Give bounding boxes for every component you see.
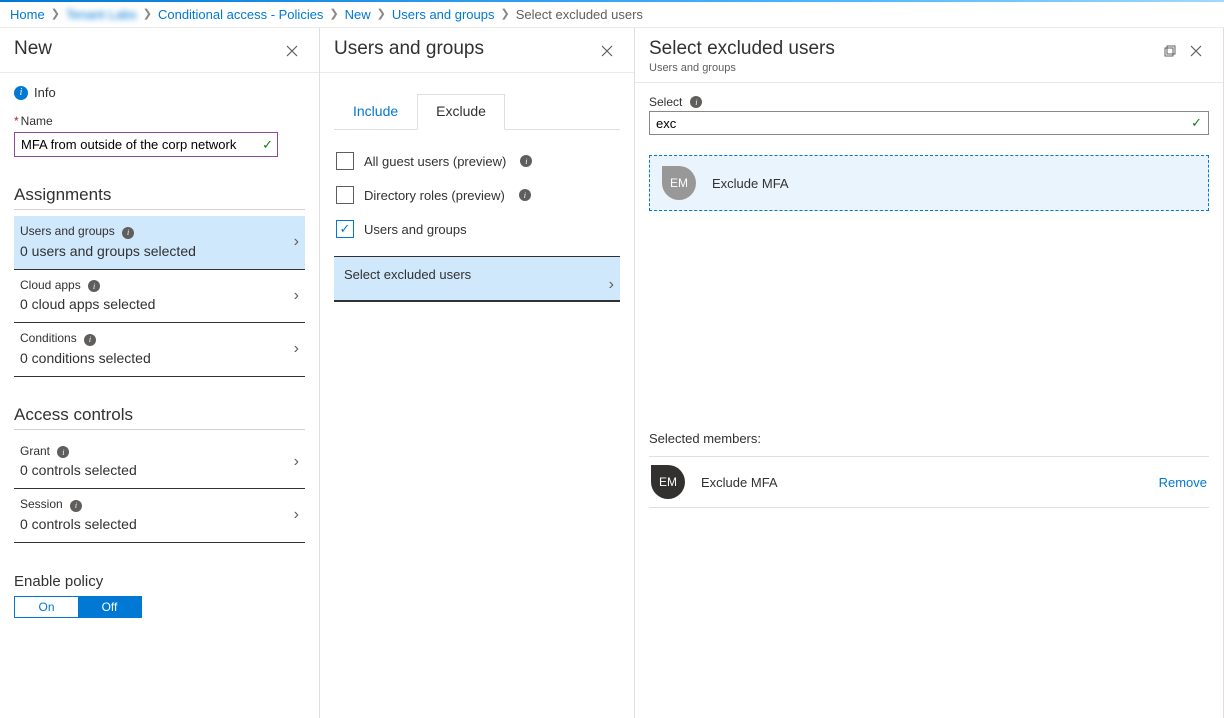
chevron-right-icon: ❯ (51, 9, 60, 20)
name-field-label: *Name (14, 114, 305, 128)
close-button[interactable] (594, 38, 620, 64)
select-field-label: Select i (649, 95, 1209, 109)
chevron-right-icon: ❯ (501, 9, 510, 20)
selected-member-row: EM Exclude MFA Remove (649, 457, 1209, 507)
remove-button[interactable]: Remove (1159, 475, 1207, 490)
chevron-right-icon: ❯ (377, 9, 386, 20)
assignment-cloud-apps[interactable]: Cloud apps i 0 cloud apps selected › (14, 270, 305, 324)
assignments-heading: Assignments (14, 185, 305, 210)
info-icon: i (519, 189, 531, 201)
access-control-session[interactable]: Session i 0 controls selected › (14, 489, 305, 543)
breadcrumb-users-groups[interactable]: Users and groups (392, 7, 495, 22)
avatar: EM (662, 166, 696, 200)
breadcrumb-org[interactable]: Tenant Labs (66, 7, 137, 22)
info-icon: i (84, 334, 96, 346)
restore-button[interactable] (1157, 38, 1183, 64)
tab-exclude[interactable]: Exclude (417, 94, 505, 130)
toggle-on[interactable]: On (15, 597, 78, 617)
checkbox-checked-icon: ✓ (336, 220, 354, 238)
name-input[interactable] (15, 133, 277, 156)
blade-title-users-groups: Users and groups (334, 38, 594, 60)
close-button[interactable] (1183, 38, 1209, 64)
chevron-right-icon: › (294, 287, 299, 305)
breadcrumb-policies[interactable]: Conditional access - Policies (158, 7, 323, 22)
close-icon (1190, 45, 1202, 57)
info-icon: i (70, 500, 82, 512)
chevron-right-icon: › (294, 453, 299, 471)
chevron-right-icon: › (609, 276, 614, 294)
info-icon: i (690, 96, 702, 108)
blade-new: New i Info *Name ✓ Assignments Users and… (0, 28, 320, 718)
breadcrumb: Home ❯ Tenant Labs ❯ Conditional access … (0, 2, 1224, 28)
checkbox-icon (336, 186, 354, 204)
enable-policy-toggle[interactable]: On Off (14, 596, 142, 618)
breadcrumb-home[interactable]: Home (10, 7, 45, 22)
selected-member-name: Exclude MFA (701, 475, 1143, 490)
checkmark-icon: ✓ (262, 137, 273, 153)
blade-title-select-excluded: Select excluded users (649, 38, 1157, 60)
breadcrumb-new[interactable]: New (345, 7, 371, 22)
toggle-off[interactable]: Off (78, 597, 141, 617)
name-input-wrapper: ✓ (14, 132, 278, 157)
search-result-name: Exclude MFA (712, 176, 789, 191)
blade-users-groups: Users and groups Include Exclude All gue… (320, 28, 635, 718)
access-control-grant[interactable]: Grant i 0 controls selected › (14, 436, 305, 490)
search-input[interactable] (656, 116, 1191, 131)
blade-subtitle: Users and groups (649, 62, 1157, 74)
checkbox-users-groups[interactable]: ✓ Users and groups (334, 212, 620, 246)
tab-include[interactable]: Include (334, 94, 417, 130)
search-result-item[interactable]: EM Exclude MFA (649, 155, 1209, 211)
checkmark-icon: ✓ (1191, 115, 1202, 131)
blade-select-excluded: Select excluded users Users and groups S… (635, 28, 1224, 718)
info-label: Info (34, 85, 56, 100)
info-icon: i (57, 446, 69, 458)
info-icon: i (122, 227, 134, 239)
checkbox-directory-roles[interactable]: Directory roles (preview) i (334, 178, 620, 212)
info-icon: i (14, 86, 28, 100)
selected-members-heading: Selected members: (649, 431, 1209, 446)
close-icon (286, 45, 298, 57)
assignment-users-groups[interactable]: Users and groups i 0 users and groups se… (14, 216, 305, 270)
select-excluded-users-button[interactable]: Select excluded users › (334, 256, 620, 302)
chevron-right-icon: › (294, 506, 299, 524)
chevron-right-icon: › (294, 233, 299, 251)
chevron-right-icon: ❯ (143, 9, 152, 20)
access-controls-heading: Access controls (14, 405, 305, 430)
info-link[interactable]: i Info (14, 85, 305, 100)
close-button[interactable] (279, 38, 305, 64)
chevron-right-icon: › (294, 340, 299, 358)
assignment-conditions[interactable]: Conditions i 0 conditions selected › (14, 323, 305, 377)
breadcrumb-current: Select excluded users (516, 7, 643, 22)
restore-icon (1164, 45, 1176, 57)
divider (649, 507, 1209, 508)
close-icon (601, 45, 613, 57)
info-icon: i (88, 280, 100, 292)
search-input-wrapper: ✓ (649, 111, 1209, 135)
include-exclude-tabs: Include Exclude (334, 85, 620, 130)
blade-title-new: New (14, 38, 279, 60)
checkbox-all-guest-users[interactable]: All guest users (preview) i (334, 144, 620, 178)
chevron-right-icon: ❯ (329, 9, 338, 20)
info-icon: i (520, 155, 532, 167)
checkbox-icon (336, 152, 354, 170)
enable-policy-label: Enable policy (14, 573, 305, 590)
avatar: EM (651, 465, 685, 499)
